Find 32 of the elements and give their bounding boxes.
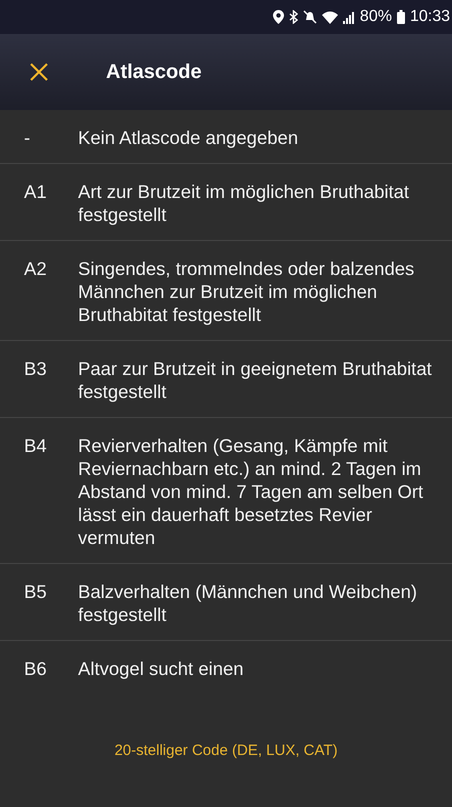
code-list-item[interactable]: - Kein Atlascode angegeben (0, 110, 452, 164)
code-description: Art zur Brutzeit im möglichen Bruthabitat festgestellt (78, 180, 410, 226)
code-description: Singendes, trommelndes oder balzendes Männchen zur Brutzeit im möglichen Bruthabitat festgestellt (78, 257, 416, 326)
battery-icon (396, 10, 405, 24)
location-icon (272, 10, 284, 24)
code-list-item[interactable]: A2 Singendes, trommelndes oder balzendes Männchen zur Brutzeit im möglichen Bruthabitat festgestellt (0, 241, 452, 341)
code-description: Kein Atlascode angegeben (78, 126, 300, 149)
mute-icon (302, 10, 317, 24)
screen-title: Atlascode (106, 60, 202, 84)
code-description: Paar zur Brutzeit in geeignetem Bruthabitat festgestellt (78, 357, 433, 403)
code-list-item[interactable]: B3 Paar zur Brutzeit in geeignetem Bruthabitat festgestellt (0, 341, 452, 418)
code-label: B4 (24, 434, 48, 458)
code-description: Revierverhalten (Gesang, Kämpfe mit Reviernachbarn etc.) an mind. 2 Tagen im Abstand von mind. 7 Tagen am selben Ort lässt ein dauerhaft besetztes Revier vermuten (78, 434, 424, 549)
wifi-icon (322, 10, 338, 24)
code-description: Altvogel sucht einen (78, 657, 245, 680)
code-description: Balzverhalten (Männchen und Weibchen) festgestellt (78, 580, 418, 626)
code-label: A1 (24, 180, 48, 204)
twenty-digit-code-button[interactable]: 20-stelliger Code (DE, LUX, CAT) (106, 734, 346, 766)
bluetooth-icon (288, 10, 298, 24)
code-list-item[interactable]: B4 Revierverhalten (Gesang, Kämpfe mit Reviernachbarn etc.) an mind. 2 Tagen im Abstand von mind. 7 Tagen am selben Ort lässt ein dauerhaft besetztes Revier vermuten (0, 418, 452, 564)
battery-percent: 80% (360, 8, 392, 26)
code-label: B3 (24, 357, 48, 381)
code-label: B6 (24, 657, 48, 680)
code-label: A2 (24, 257, 48, 281)
code-label: - (24, 126, 32, 149)
signal-icon (342, 10, 355, 24)
code-list-item[interactable]: B5 Balzverhalten (Männchen und Weibchen) festgestellt (0, 564, 452, 641)
close-icon (30, 63, 48, 81)
clock-time: 10:33 (410, 8, 450, 26)
code-list-item[interactable]: A1 Art zur Brutzeit im möglichen Bruthabitat festgestellt (0, 164, 452, 241)
code-label: B5 (24, 580, 48, 604)
code-list-item[interactable]: B6 Altvogel sucht einen (0, 641, 452, 684)
